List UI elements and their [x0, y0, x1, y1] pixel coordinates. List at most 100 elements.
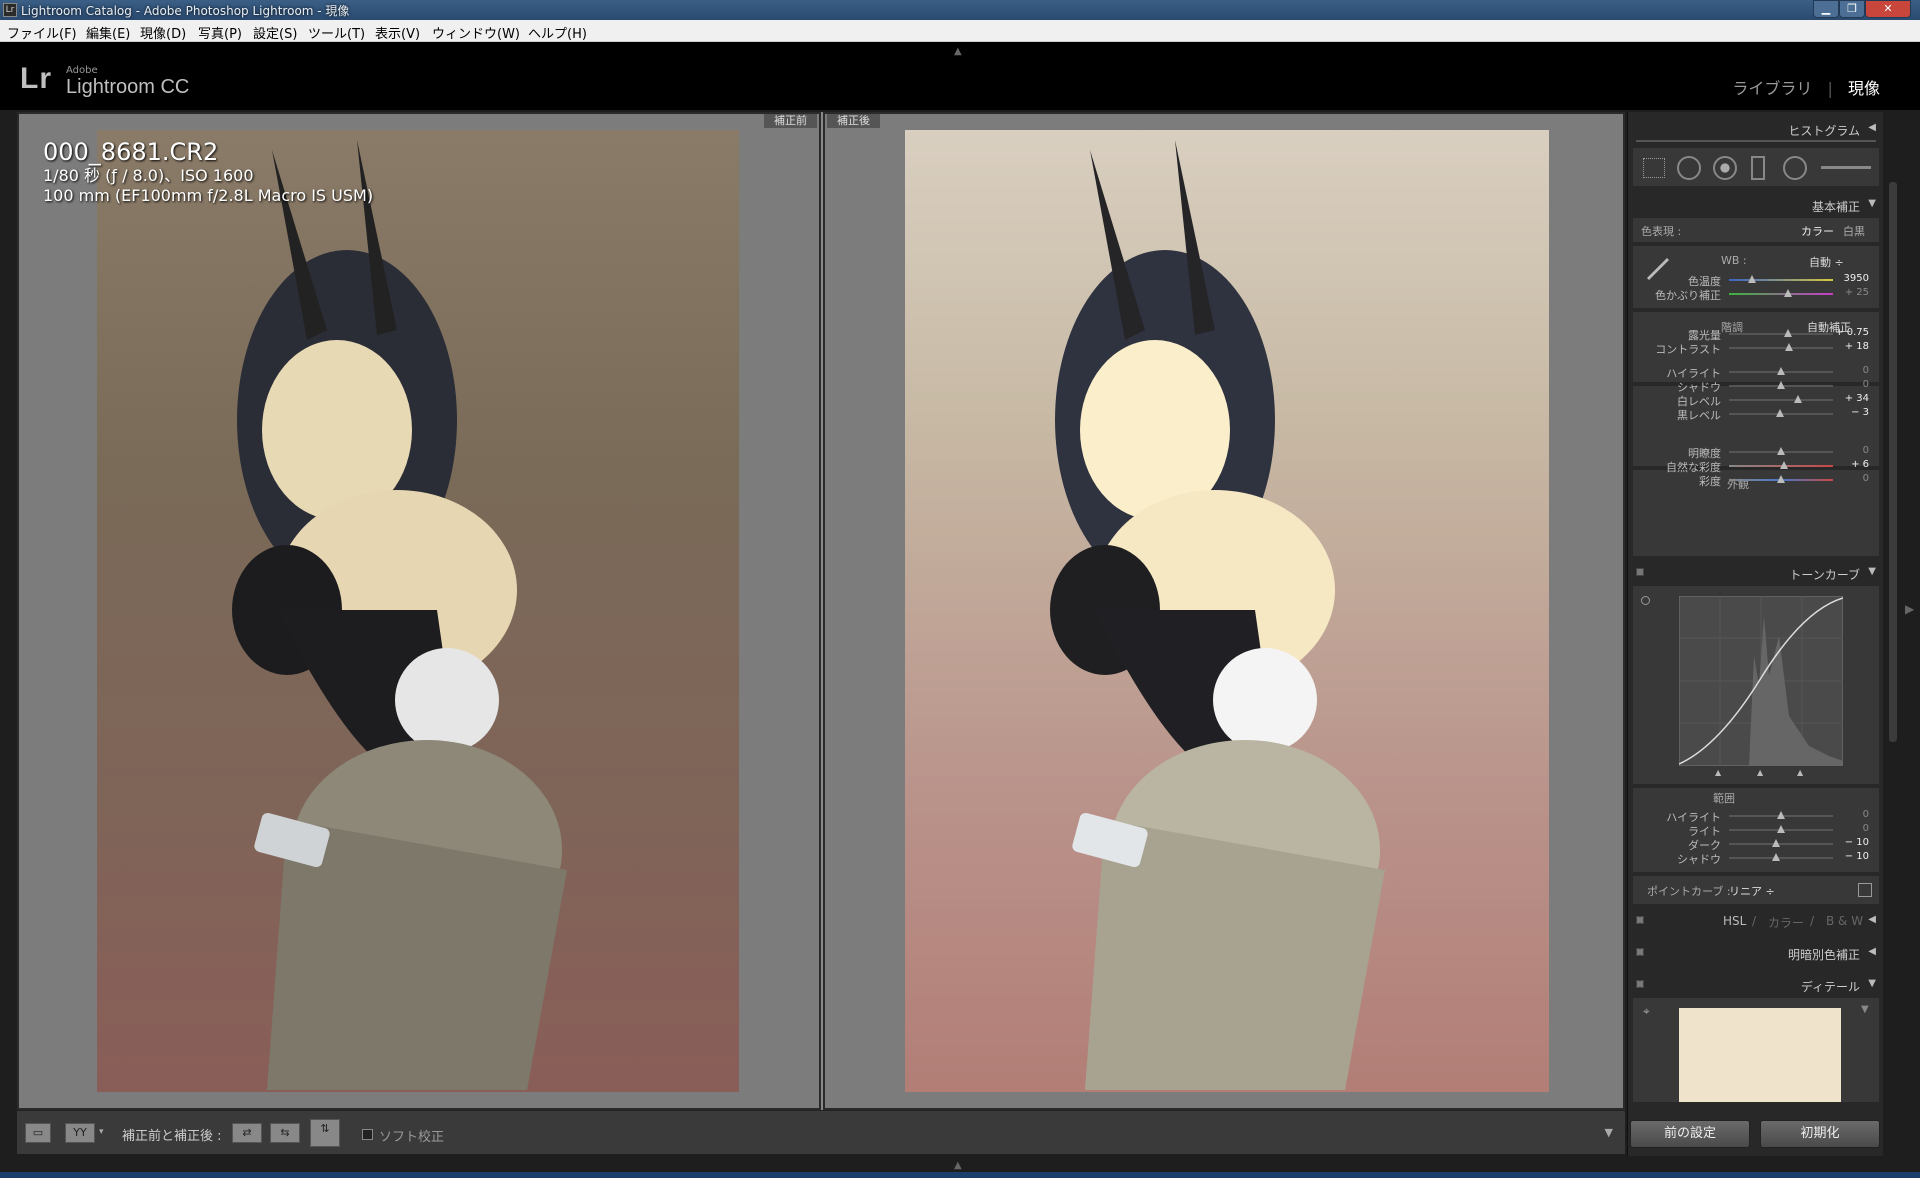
after-photo[interactable]: [905, 130, 1549, 1092]
slider-knob[interactable]: [1775, 409, 1784, 417]
slider-knob[interactable]: [1784, 329, 1793, 337]
slider-track[interactable]: [1729, 825, 1833, 833]
top-panel-toggle-icon[interactable]: ▲: [954, 46, 962, 57]
split-handle-2-icon[interactable]: ▲: [1757, 768, 1763, 777]
tone-curve-header[interactable]: トーンカーブ ▼: [1628, 560, 1884, 586]
hsl-tab[interactable]: HSL: [1723, 914, 1746, 928]
minimize-button[interactable]: ▁: [1813, 0, 1839, 18]
tone-curve-toggle[interactable]: [1636, 568, 1644, 576]
slider-track[interactable]: [1729, 409, 1833, 417]
radial-filter-icon[interactable]: [1783, 156, 1807, 180]
slider-track[interactable]: [1729, 811, 1833, 819]
soft-proof-checkbox[interactable]: [362, 1129, 373, 1140]
detail-target-icon[interactable]: ⌖: [1643, 1004, 1650, 1019]
slider-knob[interactable]: [1784, 289, 1793, 297]
detail-expand-icon[interactable]: ▼: [1861, 1004, 1869, 1015]
reset-button[interactable]: 初期化: [1760, 1120, 1880, 1148]
copy-after-to-before-button[interactable]: ⇆: [270, 1123, 300, 1143]
module-library[interactable]: ライブラリ: [1732, 79, 1812, 98]
previous-settings-button[interactable]: 前の設定: [1630, 1120, 1750, 1148]
spot-removal-icon[interactable]: [1677, 156, 1701, 180]
slider-knob[interactable]: [1793, 395, 1802, 403]
histogram-header[interactable]: ヒストグラム ◀: [1628, 116, 1884, 142]
slider-knob[interactable]: [1777, 811, 1785, 819]
slider-track[interactable]: [1729, 853, 1833, 861]
slider-track[interactable]: [1729, 475, 1833, 483]
slider-knob[interactable]: [1777, 367, 1785, 375]
menu-window[interactable]: ウィンドウ(W): [432, 23, 520, 42]
basic-header[interactable]: 基本補正 ▼: [1628, 192, 1884, 218]
slider-track[interactable]: [1729, 461, 1833, 469]
slider-track[interactable]: [1729, 275, 1833, 283]
point-curve-value[interactable]: リニア ÷: [1729, 883, 1775, 899]
menu-develop[interactable]: 現像(D): [140, 23, 186, 42]
hsl-bw-tab[interactable]: B & W: [1826, 914, 1863, 928]
split-toning-toggle[interactable]: [1636, 948, 1644, 956]
tone-curve-graph[interactable]: [1679, 596, 1843, 766]
before-photo[interactable]: [97, 130, 739, 1092]
loupe-view-button[interactable]: ▭: [25, 1123, 51, 1143]
basic-slider[interactable]: 黒レベル − 3: [1633, 406, 1879, 422]
copy-before-to-after-button[interactable]: ⇄: [232, 1123, 262, 1143]
menu-tools[interactable]: ツール(T): [308, 23, 365, 42]
slider-track[interactable]: [1729, 395, 1833, 403]
swap-settings-button[interactable]: ⇅: [310, 1119, 340, 1147]
slider-track[interactable]: [1729, 289, 1833, 297]
before-figure-image: [232, 140, 567, 1090]
treatment-color[interactable]: カラー: [1801, 223, 1834, 239]
viewer-toolbar: ▭ YY ▾ 補正前と補正後 : ⇄ ⇆ ⇅ ソフト校正 ▼: [17, 1110, 1625, 1154]
slider-track[interactable]: [1729, 839, 1833, 847]
wb-value[interactable]: 自動 ÷: [1809, 254, 1844, 270]
slider-knob[interactable]: [1777, 381, 1785, 389]
slider-track[interactable]: [1729, 329, 1833, 337]
slider-track[interactable]: [1729, 447, 1833, 455]
toolbar-content-dropdown-icon[interactable]: ▼: [1605, 1126, 1613, 1139]
basic-slider[interactable]: 色かぶり補正 + 25: [1633, 286, 1879, 302]
slider-knob[interactable]: [1777, 447, 1785, 455]
slider-knob[interactable]: [1777, 475, 1785, 483]
slider-track[interactable]: [1729, 343, 1833, 351]
red-eye-icon[interactable]: [1713, 156, 1737, 180]
before-after-view-button[interactable]: YY: [65, 1123, 95, 1143]
menu-edit[interactable]: 編集(E): [86, 23, 130, 42]
slider-knob[interactable]: [1780, 461, 1789, 469]
filmstrip-toggle-icon[interactable]: ▲: [954, 1160, 962, 1171]
menu-photo[interactable]: 写真(P): [198, 23, 242, 42]
module-develop[interactable]: 現像: [1848, 79, 1880, 98]
close-button[interactable]: ✕: [1865, 0, 1911, 18]
slider-knob[interactable]: [1785, 343, 1794, 351]
split-handle-3-icon[interactable]: ▲: [1797, 768, 1803, 777]
curve-slider[interactable]: シャドウ − 10: [1633, 850, 1879, 866]
hsl-color-tab[interactable]: カラー: [1768, 914, 1804, 931]
view-dropdown-icon[interactable]: ▾: [99, 1127, 104, 1137]
detail-header[interactable]: ディテール ▼: [1628, 972, 1884, 998]
split-toning-header[interactable]: 明暗別色補正 ◀: [1628, 940, 1884, 966]
menu-file[interactable]: ファイル(F): [7, 23, 77, 42]
basic-slider[interactable]: 彩度 0: [1633, 472, 1879, 488]
collapse-left-icon: ◀: [1868, 914, 1876, 925]
hsl-toggle[interactable]: [1636, 916, 1644, 924]
crop-tool-icon[interactable]: [1643, 158, 1665, 178]
slider-knob[interactable]: [1771, 839, 1780, 847]
slider-track[interactable]: [1729, 381, 1833, 389]
hsl-header[interactable]: HSL / カラー / B & W ◀: [1628, 908, 1884, 934]
target-adjust-icon[interactable]: [1641, 596, 1650, 605]
slider-knob[interactable]: [1771, 853, 1780, 861]
basic-slider[interactable]: コントラスト + 18: [1633, 340, 1879, 356]
split-handle-1-icon[interactable]: ▲: [1715, 768, 1721, 777]
detail-toggle[interactable]: [1636, 980, 1644, 988]
slider-knob[interactable]: [1777, 825, 1785, 833]
slider-track[interactable]: [1729, 367, 1833, 375]
menu-settings[interactable]: 設定(S): [253, 23, 297, 42]
edit-point-curve-icon[interactable]: [1858, 883, 1872, 897]
right-panel-toggle-icon[interactable]: ▶: [1905, 602, 1914, 616]
treatment-bw[interactable]: 白黒: [1843, 223, 1865, 239]
graduated-filter-icon[interactable]: [1751, 156, 1765, 180]
maximize-button[interactable]: ❐: [1839, 0, 1865, 18]
slider-knob[interactable]: [1747, 275, 1756, 283]
adjustment-brush-icon[interactable]: [1821, 166, 1871, 169]
identity-plate: ▲ Lr Adobe Lightroom CC ライブラリ | 現像: [0, 42, 1920, 110]
right-panel-scrollbar[interactable]: [1889, 182, 1897, 742]
menu-help[interactable]: ヘルプ(H): [528, 23, 587, 42]
menu-view[interactable]: 表示(V): [375, 23, 420, 42]
